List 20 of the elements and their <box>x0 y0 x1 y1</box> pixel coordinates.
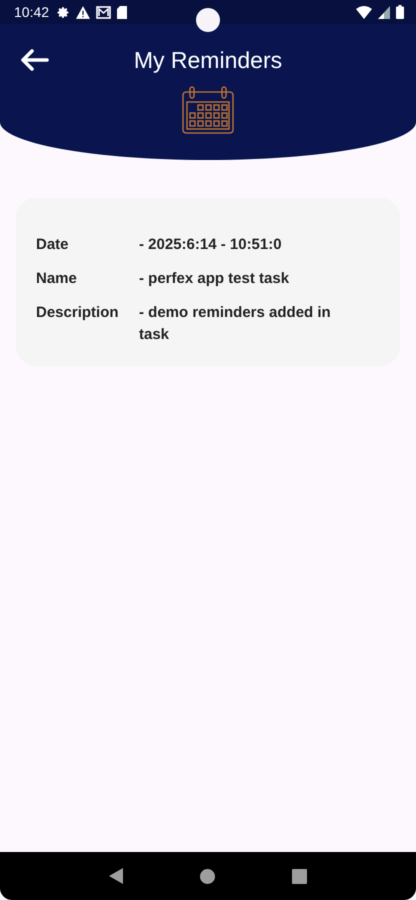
home-nav-icon[interactable] <box>200 868 215 884</box>
status-time: 10:42 <box>14 4 50 20</box>
field-label: Date <box>36 235 70 255</box>
settings-icon <box>57 6 70 18</box>
back-nav-icon[interactable] <box>108 868 123 884</box>
back-button[interactable] <box>18 48 50 72</box>
field-value: - 2025:6:14 - 10:51:0 <box>139 235 283 255</box>
mail-icon <box>96 6 112 18</box>
signal-icon <box>378 6 390 18</box>
warning-icon <box>76 6 90 18</box>
calendar-icon <box>182 86 234 134</box>
battery-icon <box>396 5 404 19</box>
screen-title: My Reminders <box>134 46 282 72</box>
field-value: - demo reminders added in task <box>139 303 332 345</box>
sd-card-icon <box>117 6 128 18</box>
wifi-icon <box>356 6 372 18</box>
field-value: - perfex app test task <box>139 269 290 289</box>
field-label: Name <box>36 269 78 289</box>
recents-nav-icon[interactable] <box>292 868 308 884</box>
field-label: Description <box>36 303 120 323</box>
